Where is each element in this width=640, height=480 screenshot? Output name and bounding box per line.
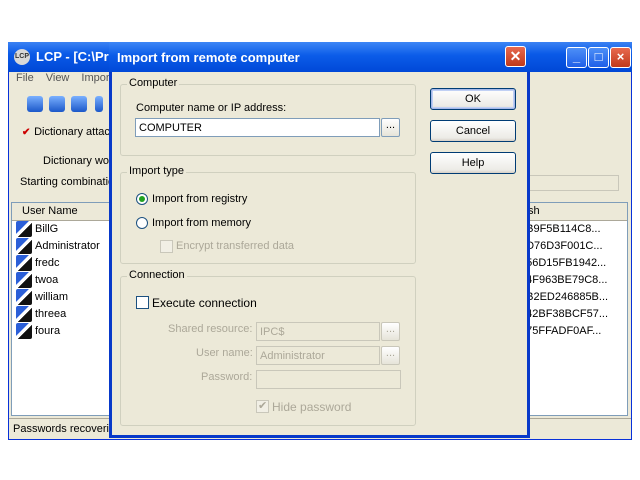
user-icon bbox=[16, 289, 32, 305]
dialog-close-icon[interactable]: ✕ bbox=[505, 46, 526, 67]
close-icon[interactable]: × bbox=[610, 47, 631, 68]
main-window-title: LCP - [C:\Pro bbox=[36, 49, 117, 64]
starting-combination-label: Starting combinatio bbox=[20, 176, 115, 188]
connection-group-title: Connection bbox=[127, 269, 187, 281]
checkmark-icon: ✔ bbox=[22, 127, 31, 138]
user-icon bbox=[16, 255, 32, 271]
hash-cell: 34F963BE79C8... bbox=[520, 274, 608, 286]
status-text: Passwords recovering bbox=[13, 423, 122, 435]
dictionary-attack-label: Dictionary attac bbox=[34, 126, 110, 138]
hash-cell: 2B9F5B114C8... bbox=[520, 223, 601, 235]
hash-cell: 942BF38BCF57... bbox=[520, 308, 609, 320]
execute-connection-checkbox[interactable] bbox=[136, 296, 149, 309]
user-name: BillG bbox=[35, 223, 59, 235]
dialog-title: Import from remote computer bbox=[117, 50, 300, 65]
user-name: twoa bbox=[35, 274, 59, 286]
minimize-icon[interactable]: _ bbox=[566, 47, 587, 68]
import-type-group-title: Import type bbox=[127, 165, 187, 177]
browse-share-button[interactable]: ... bbox=[381, 322, 400, 341]
password-label: Password: bbox=[201, 371, 253, 383]
user-icon bbox=[16, 306, 32, 322]
help-button[interactable]: Help bbox=[430, 152, 516, 174]
encrypt-data-label: Encrypt transferred data bbox=[176, 240, 295, 252]
user-icon bbox=[16, 272, 32, 288]
ok-button[interactable]: OK bbox=[430, 88, 516, 110]
shared-resource-label: Shared resource: bbox=[168, 323, 253, 335]
hide-password-label: Hide password bbox=[272, 400, 352, 414]
user-name: threea bbox=[35, 308, 67, 320]
hash-cell: 356D15FB1942... bbox=[520, 257, 607, 269]
user-icon bbox=[16, 323, 32, 339]
computer-group-title: Computer bbox=[127, 77, 180, 89]
menu-bar: File View Import bbox=[9, 72, 113, 88]
user-name-label: User name: bbox=[196, 347, 253, 359]
menu-import[interactable]: Import bbox=[81, 72, 112, 84]
menu-file[interactable]: File bbox=[16, 72, 34, 84]
import-registry-radio[interactable] bbox=[136, 193, 148, 205]
import-registry-label[interactable]: Import from registry bbox=[152, 193, 247, 205]
hash-cell: 7B2ED246885B... bbox=[520, 291, 609, 303]
user-name: foura bbox=[35, 325, 61, 337]
user-name: fredc bbox=[35, 257, 60, 269]
computer-name-input[interactable] bbox=[135, 118, 380, 137]
execute-connection-label[interactable]: Execute connection bbox=[152, 296, 257, 310]
user-name-input[interactable] bbox=[256, 346, 380, 365]
user-name: william bbox=[35, 291, 68, 303]
user-icon bbox=[16, 238, 32, 254]
password-input[interactable] bbox=[256, 370, 401, 389]
browse-user-button[interactable]: ... bbox=[381, 346, 400, 365]
dictionary-word-label: Dictionary wor bbox=[43, 155, 113, 167]
export-icon[interactable] bbox=[71, 96, 87, 112]
maximize-icon[interactable]: □ bbox=[588, 47, 609, 68]
user-name: Administrator bbox=[35, 240, 100, 252]
open-icon[interactable] bbox=[27, 96, 43, 112]
import-memory-label[interactable]: Import from memory bbox=[152, 217, 251, 229]
import-memory-radio[interactable] bbox=[136, 217, 148, 229]
cancel-button[interactable]: Cancel bbox=[430, 120, 516, 142]
browse-computer-button[interactable]: ... bbox=[381, 118, 400, 137]
user-icon bbox=[16, 221, 32, 237]
encrypt-data-checkbox[interactable] bbox=[160, 240, 173, 253]
computer-name-label: Computer name or IP address: bbox=[136, 102, 287, 114]
column-user-name[interactable]: User Name bbox=[22, 205, 78, 217]
hide-password-checkbox[interactable]: ✔ bbox=[256, 400, 269, 413]
lcp-app-icon: LCP bbox=[14, 49, 30, 65]
import-icon[interactable] bbox=[49, 96, 65, 112]
shared-resource-input[interactable] bbox=[256, 322, 380, 341]
hash-cell: 2D76D3F001C... bbox=[520, 240, 603, 252]
toolbar-more-icon[interactable] bbox=[95, 96, 103, 112]
dictionary-attack-row[interactable]: ✔ Dictionary attac bbox=[22, 126, 110, 138]
menu-view[interactable]: View bbox=[46, 72, 70, 84]
starting-combination-field bbox=[529, 175, 619, 191]
hash-cell: 875FFADF0AF... bbox=[520, 325, 602, 337]
toolbar bbox=[9, 92, 109, 118]
dialog-titlebar[interactable]: Import from remote computer ✕ bbox=[109, 42, 530, 72]
